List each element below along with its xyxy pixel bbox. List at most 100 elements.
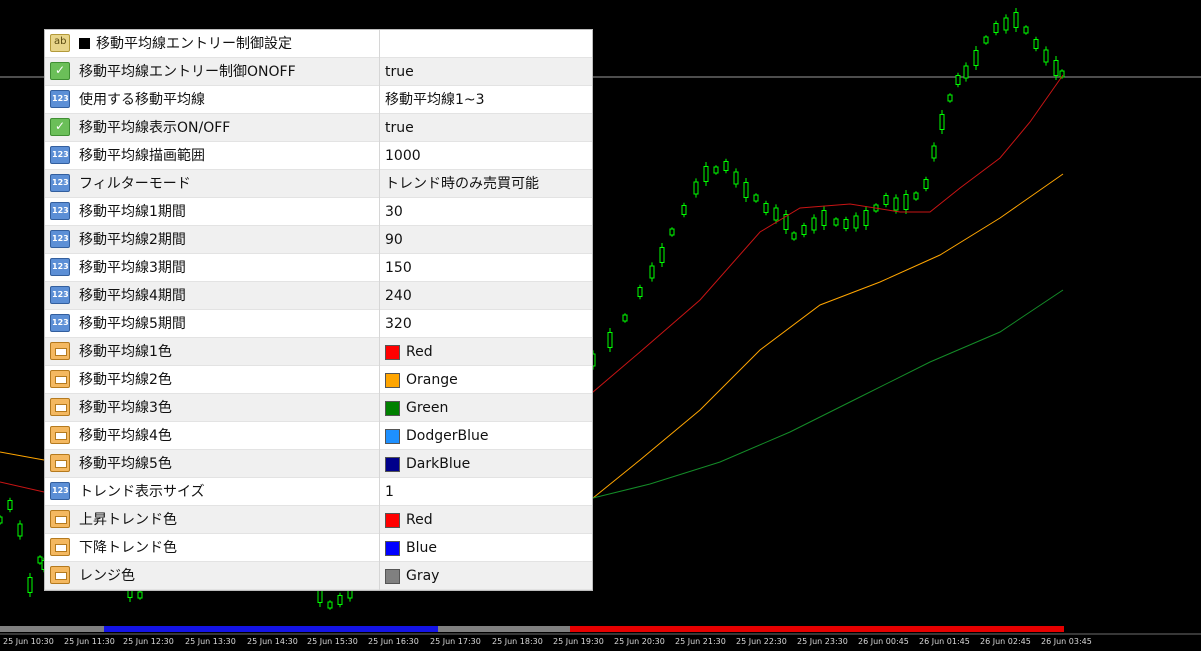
time-axis-label: 25 Jun 14:30 [247,637,298,646]
setting-row[interactable]: 移動平均線1期間 30 [45,198,592,226]
setting-row[interactable]: 移動平均線2色 Orange [45,366,592,394]
candle-body [843,219,849,229]
setting-label: 移動平均線4期間 [79,288,186,304]
color-swatch[interactable] [385,541,400,556]
setting-row[interactable]: フィルターモード トレンド時のみ売買可能 [45,170,592,198]
settings-group-title: 移動平均線エントリー制御設定 [79,30,292,58]
setting-value[interactable]: Red [406,506,433,534]
text-param-icon [50,34,70,52]
color-swatch[interactable] [385,457,400,472]
candle-body [973,50,979,66]
candle-body [713,166,719,174]
setting-value[interactable]: Blue [406,534,437,562]
candle-body [1033,39,1039,49]
column-separator [379,534,380,562]
setting-row[interactable]: 下降トレンド色 Blue [45,534,592,562]
color-icon [50,426,70,444]
candle-body [607,332,613,348]
candle-body [833,218,839,226]
setting-value[interactable]: 150 [385,254,412,282]
setting-value[interactable]: Red [406,338,433,366]
setting-row[interactable]: 移動平均線4色 DodgerBlue [45,422,592,450]
setting-value[interactable]: DodgerBlue [406,422,488,450]
setting-row[interactable]: 移動平均線描画範囲 1000 [45,142,592,170]
time-axis-label: 25 Jun 19:30 [553,637,604,646]
candle-body [923,179,929,189]
time-axis-label: 25 Jun 12:30 [123,637,174,646]
time-axis-label: 26 Jun 03:45 [1041,637,1092,646]
candle-body [963,65,969,79]
setting-label: 移動平均線表示ON/OFF [79,120,231,136]
setting-value[interactable]: DarkBlue [406,450,470,478]
setting-value[interactable]: 320 [385,310,412,338]
trend-bar-down-blue [104,626,438,632]
setting-row[interactable]: 移動平均線エントリー制御ONOFF true [45,58,592,86]
setting-row[interactable]: 上昇トレンド色 Red [45,506,592,534]
candle-body [37,556,43,564]
setting-value[interactable]: true [385,58,414,86]
candle-body [931,145,937,159]
setting-row[interactable]: 移動平均線表示ON/OFF true [45,114,592,142]
candle-body [993,23,999,33]
setting-label: 移動平均線2期間 [79,232,186,248]
candle-body [7,500,13,510]
column-separator [379,366,380,394]
column-separator [379,86,380,114]
candle-body [1013,12,1019,28]
candle-body [753,194,759,202]
setting-row[interactable]: 移動平均線4期間 240 [45,282,592,310]
color-swatch[interactable] [385,345,400,360]
setting-label: 下降トレンド色 [79,540,177,556]
number-icon [50,174,70,192]
color-swatch[interactable] [385,569,400,584]
setting-value[interactable]: トレンド時のみ売買可能 [385,170,539,198]
candle-body [893,197,899,211]
color-icon [50,454,70,472]
bool-icon [50,118,70,136]
setting-row[interactable]: 移動平均線3色 Green [45,394,592,422]
column-separator [379,450,380,478]
color-swatch[interactable] [385,373,400,388]
candle-body [17,523,23,537]
setting-row[interactable]: 移動平均線2期間 90 [45,226,592,254]
number-icon [50,230,70,248]
setting-value[interactable]: Green [406,394,448,422]
setting-row[interactable]: 使用する移動平均線 移動平均線1~3 [45,86,592,114]
setting-value[interactable]: 1000 [385,142,421,170]
setting-value[interactable]: 30 [385,198,403,226]
bool-icon [50,62,70,80]
column-separator [379,142,380,170]
color-icon [50,566,70,584]
setting-row[interactable]: 移動平均線3期間 150 [45,254,592,282]
time-axis-label: 26 Jun 01:45 [919,637,970,646]
setting-value[interactable]: 移動平均線1~3 [385,86,485,114]
setting-value[interactable]: 90 [385,226,403,254]
time-axis-label: 25 Jun 13:30 [185,637,236,646]
candle-body [983,36,989,44]
color-swatch[interactable] [385,429,400,444]
setting-value[interactable]: 240 [385,282,412,310]
setting-value[interactable]: true [385,114,414,142]
column-separator [379,170,380,198]
settings-group-header[interactable]: 移動平均線エントリー制御設定 [45,30,592,58]
column-separator [379,282,380,310]
candle-body [939,114,945,130]
color-icon [50,370,70,388]
color-swatch[interactable] [385,513,400,528]
setting-row[interactable]: 移動平均線5色 DarkBlue [45,450,592,478]
setting-row[interactable]: トレンド表示サイズ 1 [45,478,592,506]
setting-row[interactable]: 移動平均線1色 Red [45,338,592,366]
setting-row[interactable]: レンジ色 Gray [45,562,592,590]
setting-value[interactable]: 1 [385,478,394,506]
setting-value[interactable]: Gray [406,562,439,590]
candle-body [903,194,909,210]
setting-label: 移動平均線2色 [79,372,172,388]
setting-label: レンジ色 [79,568,135,584]
candle-body [763,203,769,213]
time-axis-label: 25 Jun 17:30 [430,637,481,646]
column-separator [379,226,380,254]
color-swatch[interactable] [385,401,400,416]
setting-row[interactable]: 移動平均線5期間 320 [45,310,592,338]
setting-value[interactable]: Orange [406,366,458,394]
candle-body [1043,49,1049,63]
